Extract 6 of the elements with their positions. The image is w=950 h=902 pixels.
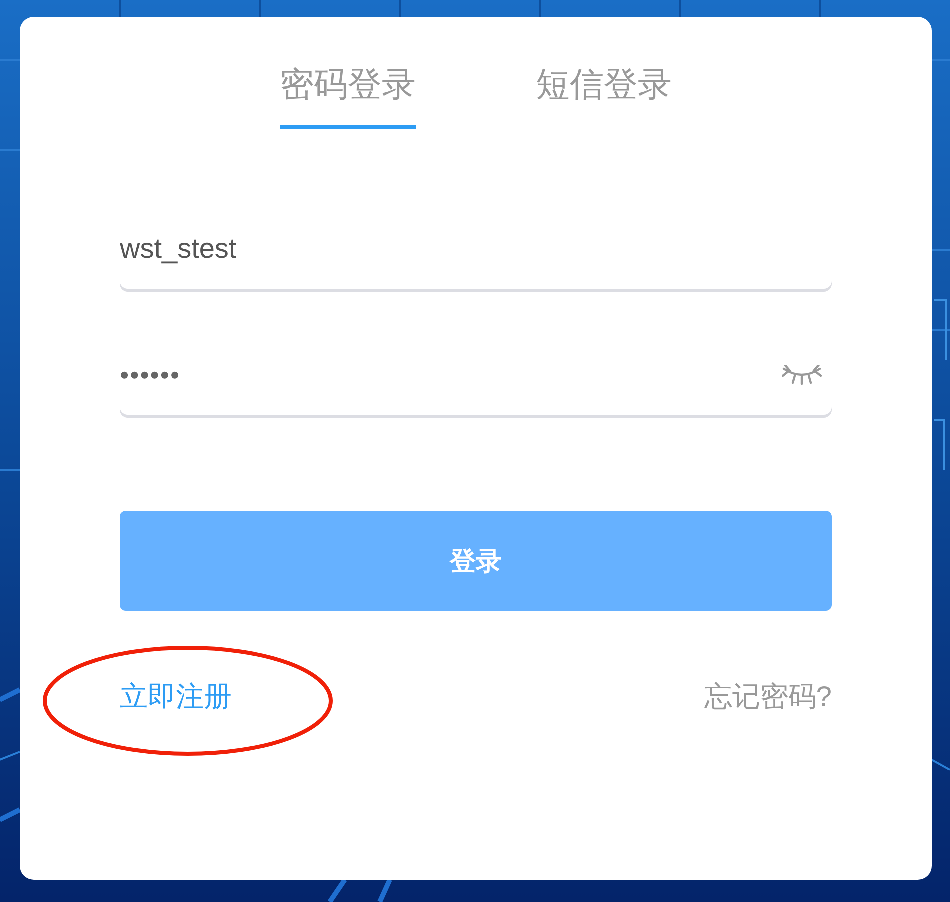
tab[interactable]: 密码登录 (280, 55, 416, 129)
register-link[interactable]: 立即注册 (120, 673, 232, 721)
forgot-password-link[interactable]: 忘记密码? (704, 673, 832, 721)
login-button[interactable]: 登录 (120, 511, 832, 611)
tab[interactable]: 短信登录 (536, 55, 672, 129)
closed-eye-icon[interactable] (782, 365, 822, 387)
